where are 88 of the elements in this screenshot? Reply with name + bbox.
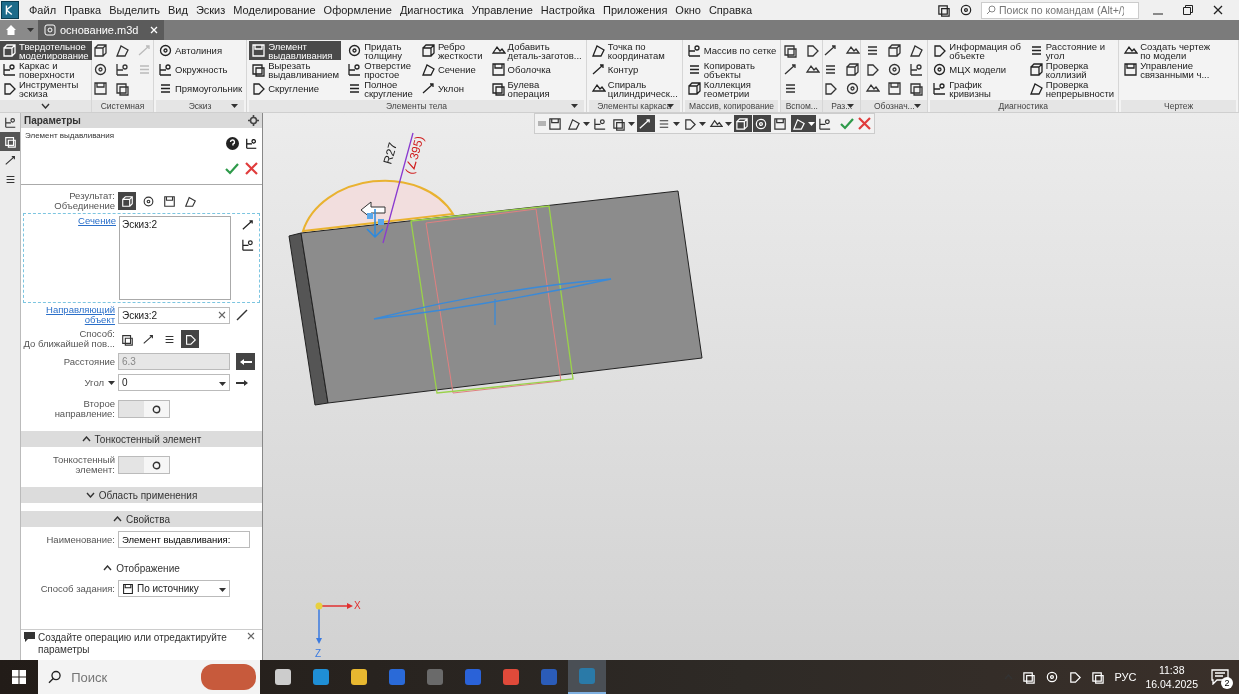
menu-item[interactable]: Приложения <box>599 4 672 16</box>
axis-label: Z <box>315 648 322 659</box>
option-label: Способ: До ближайшей пов... <box>22 329 115 349</box>
ribbon-command[interactable]: Точка по координатам <box>588 41 680 60</box>
ribbon-command[interactable]: Уклон <box>418 79 485 98</box>
ribbon-command[interactable]: МЦХ модели <box>930 60 1023 79</box>
ribbon-command[interactable]: Оболочка <box>488 60 584 79</box>
menu-item[interactable]: Выделить <box>105 4 164 16</box>
axis-label: X <box>354 600 361 611</box>
ribbon-command[interactable]: Вырезать выдавливанием <box>249 60 342 79</box>
section-header[interactable]: Отображение <box>21 560 262 576</box>
group-title: Системная <box>92 100 153 112</box>
group-title: Раз... <box>823 100 861 112</box>
ribbon-command[interactable]: Автолиния <box>156 41 245 60</box>
ribbon-command[interactable]: Окружность <box>156 60 245 79</box>
ribbon-command[interactable]: Добавить деталь-заготов... <box>488 41 584 60</box>
group-title: Чертеж <box>1121 100 1236 112</box>
ribbon-command[interactable]: Сечение <box>418 60 485 79</box>
ribbon-command[interactable]: Отверстие простое <box>345 60 415 79</box>
selection-list[interactable]: Эскиз:2 <box>119 216 231 300</box>
option-label: Результат: Объединение <box>53 191 115 211</box>
menu-item[interactable]: Моделирование <box>229 4 320 16</box>
taskbar-search-input[interactable]: Поиск <box>69 668 194 686</box>
section-link[interactable]: Сечение <box>24 216 116 300</box>
ribbon-command[interactable]: График кривизны <box>930 79 1023 98</box>
ribbon-command[interactable]: Булева операция <box>488 79 584 98</box>
ribbon-command[interactable]: Проверка коллизий <box>1026 60 1117 79</box>
angle-label: Угол <box>21 377 115 388</box>
guide-link[interactable]: Направляющий объект <box>21 305 115 325</box>
name-field[interactable]: Элемент выдавливания: <box>118 531 250 548</box>
section-header[interactable]: Область применения <box>21 487 262 503</box>
ribbon-command[interactable]: Копировать объекты <box>684 60 779 79</box>
panel-title: Параметры <box>21 113 262 128</box>
menu-item[interactable]: Справка <box>704 4 757 16</box>
document-tab[interactable]: основание.m3d <box>38 20 164 40</box>
ribbon-command[interactable]: Контур <box>588 60 680 79</box>
menu-item[interactable]: Эскиз <box>191 4 230 16</box>
menu-item[interactable]: Управление <box>467 4 537 16</box>
group-title: Эскиз <box>156 100 245 112</box>
ribbon-command[interactable]: Проверка непрерывности <box>1026 79 1117 98</box>
group-title: Обознач... <box>861 100 928 112</box>
section-header[interactable]: Свойства <box>21 511 262 527</box>
menu-item[interactable]: Диагностика <box>395 4 468 16</box>
menu-item[interactable]: Вид <box>163 4 192 16</box>
ribbon-command[interactable]: Придать толщину <box>345 41 415 60</box>
display-dropdown[interactable]: По источнику <box>118 580 230 597</box>
ribbon-command[interactable]: Коллекция геометрии <box>684 79 779 98</box>
list-item[interactable]: Эскиз:2 <box>122 219 228 230</box>
menu-item[interactable]: Оформление <box>319 4 396 16</box>
ribbon-command[interactable]: Элемент выдавливания <box>249 41 342 60</box>
ribbon-command[interactable]: Скругление <box>249 79 342 98</box>
menu-item[interactable]: Настройка <box>536 4 599 16</box>
radius-dimension: R27 <box>380 140 400 166</box>
hint-text: Создайте операцию или отредактируйте параметры <box>38 632 228 657</box>
ribbon-command[interactable]: Создать чертеж по модели <box>1121 41 1236 60</box>
display-label: Способ задания: <box>39 583 115 594</box>
ribbon-command[interactable]: Ребро жесткости <box>418 41 485 60</box>
ribbon-command[interactable]: Расстояние и угол <box>1026 41 1117 60</box>
mode-button[interactable]: Инструменты эскиза <box>0 79 92 98</box>
language-indicator[interactable]: РУС <box>1114 671 1137 683</box>
ribbon-command[interactable]: Информация об объекте <box>930 41 1023 60</box>
menu-item[interactable]: Правка <box>60 4 106 16</box>
command-search-field[interactable]: Поиск по командам (Alt+/) <box>981 1 1139 19</box>
guide-field[interactable]: Эскиз:2 <box>118 306 230 324</box>
clock-time: 11:38 <box>1158 663 1185 677</box>
group-title: Вспом... <box>781 100 823 112</box>
menu-item[interactable]: Файл <box>25 4 61 16</box>
notification-count: 2 <box>1221 677 1233 689</box>
group-title: Массив, копирование <box>684 100 779 112</box>
menu-item[interactable]: Окно <box>671 4 705 16</box>
ribbon-command[interactable]: Массив по сетке <box>684 41 779 60</box>
angle-dropdown[interactable]: 0 <box>118 374 230 391</box>
group-title: Диагностика <box>930 100 1117 112</box>
name-label: Наименование: <box>45 534 115 545</box>
section-header[interactable]: Тонкостенный элемент <box>21 431 262 447</box>
group-title: Элементы тела <box>249 100 584 112</box>
operation-name: Элемент выдавливания <box>25 131 115 142</box>
toggle-label: Тонкостенный элемент: <box>51 455 115 475</box>
taskbar-search-bar[interactable]: Поиск <box>38 660 260 694</box>
mode-button[interactable]: Каркас и поверхности <box>0 60 92 79</box>
clock-date: 16.04.2025 <box>1145 677 1198 691</box>
ribbon-command[interactable]: Спираль цилиндрическ... <box>588 79 680 98</box>
mode-button[interactable]: Твердотельное моделирование <box>0 41 92 60</box>
ribbon-command[interactable]: Полное скругление <box>345 79 415 98</box>
ribbon-command[interactable]: Управление связанными ч... <box>1121 60 1236 79</box>
distance-label: Расстояние <box>62 356 115 367</box>
toggle-label: Второе направление: <box>53 399 115 419</box>
ribbon-command[interactable]: Прямоугольник <box>156 79 245 98</box>
